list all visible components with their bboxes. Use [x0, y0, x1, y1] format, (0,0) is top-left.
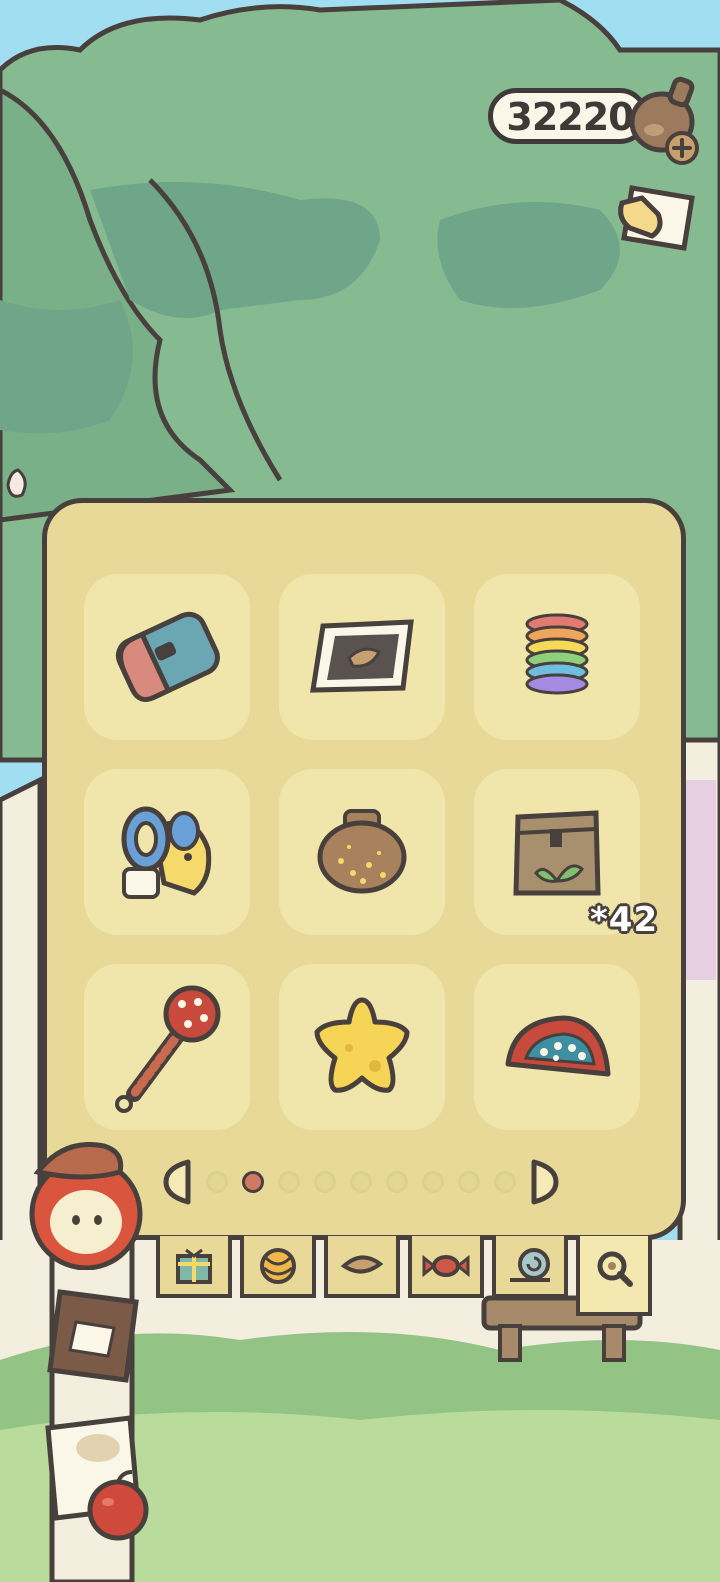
page-dot[interactable]: [494, 1171, 516, 1193]
rainbow-slinky-icon: [525, 613, 589, 695]
maraca-rattle-icon: [115, 985, 221, 1113]
page-dot[interactable]: [314, 1171, 336, 1193]
character-avatar[interactable]: [24, 1142, 150, 1270]
framed-picture-icon: [310, 619, 414, 693]
gift-icon: [176, 1248, 212, 1284]
leaf-icon: [340, 1255, 384, 1274]
page-dot[interactable]: [422, 1171, 444, 1193]
apple-icon[interactable]: [78, 1464, 158, 1544]
tab-gifts[interactable]: [156, 1236, 232, 1298]
snail-icon: [510, 1248, 550, 1282]
inventory-slot[interactable]: [279, 964, 445, 1130]
page-dot[interactable]: [350, 1171, 372, 1193]
plus-icon[interactable]: [664, 130, 700, 166]
tab-candy[interactable]: [408, 1236, 484, 1298]
page-dot[interactable]: [458, 1171, 480, 1193]
tab-snail[interactable]: [492, 1236, 568, 1298]
journal-book-icon[interactable]: [40, 1282, 150, 1392]
magnifier-icon: [597, 1251, 633, 1287]
prev-page-arrow-icon[interactable]: [162, 1158, 192, 1206]
page-dot[interactable]: [386, 1171, 408, 1193]
inventory-slot[interactable]: [84, 574, 250, 740]
inventory-slot[interactable]: [84, 769, 250, 935]
clipboard-icon[interactable]: [612, 178, 702, 258]
candy-icon: [422, 1254, 470, 1278]
red-hat-icon: [505, 1015, 611, 1077]
tab-yarn[interactable]: [240, 1236, 316, 1298]
inventory-slot[interactable]: [279, 574, 445, 740]
next-page-arrow-icon[interactable]: [530, 1158, 560, 1206]
bubble-wand-toy-icon: [121, 806, 212, 899]
yarn-ball-icon: [260, 1248, 296, 1284]
tab-leaves[interactable]: [324, 1236, 400, 1298]
inventory-slot[interactable]: [474, 964, 640, 1130]
yellow-star-cushion-icon: [314, 997, 410, 1093]
page-dot[interactable]: [206, 1171, 228, 1193]
currency-amount: 32220: [506, 95, 634, 139]
page-dot-active[interactable]: [242, 1171, 264, 1193]
page-dot[interactable]: [278, 1171, 300, 1193]
item-count-badge: *42: [590, 900, 659, 940]
clay-pot-icon: [317, 809, 407, 894]
tab-search[interactable]: [576, 1236, 652, 1316]
blue-pencil-case-icon: [115, 611, 220, 702]
inventory-slot[interactable]: [474, 574, 640, 740]
inventory-slot[interactable]: [84, 964, 250, 1130]
inventory-slot[interactable]: [279, 769, 445, 935]
